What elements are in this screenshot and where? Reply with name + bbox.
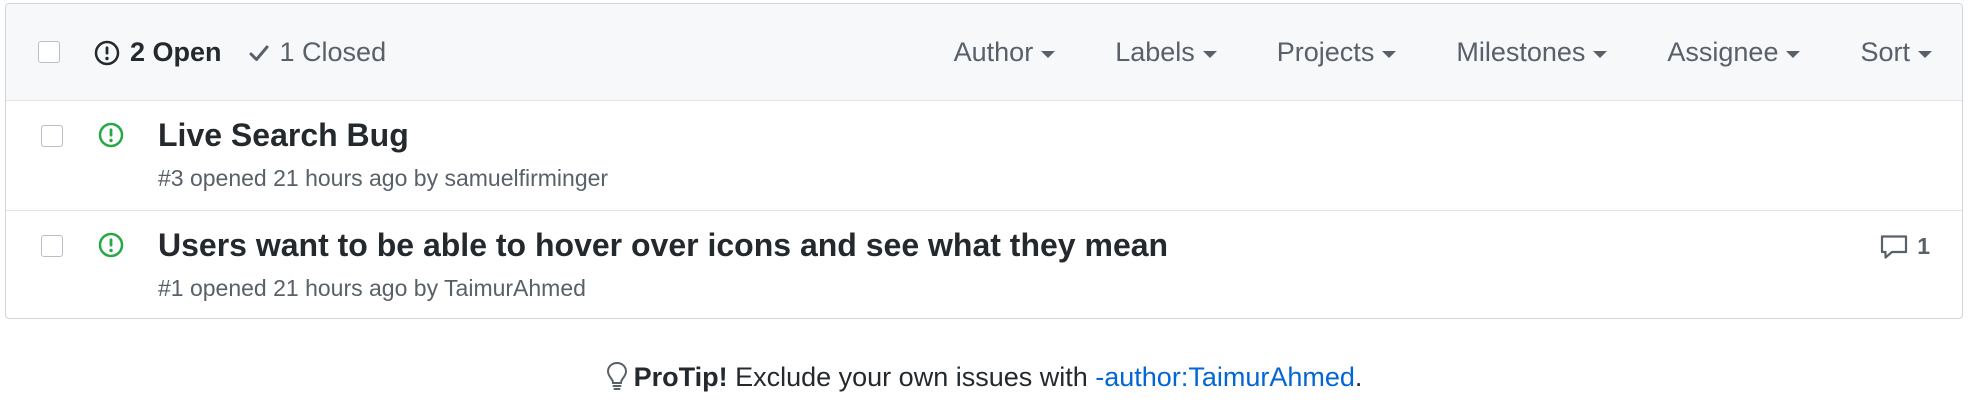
protip-search-link[interactable]: -author:TaimurAhmed (1095, 362, 1355, 392)
filter-bar: Author Labels Projects Milestones Assign… (954, 4, 1932, 101)
select-all-checkbox[interactable] (38, 41, 60, 63)
open-issues-tab[interactable]: 2 Open (94, 37, 222, 68)
issue-row: Live Search Bug #3 opened 21 hours ago b… (6, 101, 1962, 210)
chevron-down-icon (1382, 50, 1397, 58)
chevron-down-icon (1041, 50, 1056, 58)
closed-issues-tab[interactable]: 1 Closed (248, 37, 387, 68)
issue-state-toggle: 2 Open 1 Closed (94, 4, 386, 101)
issue-row: Users want to be able to hover over icon… (6, 210, 1962, 318)
labels-filter[interactable]: Labels (1115, 37, 1217, 68)
issues-list: 2 Open 1 Closed Author Labels Projects M… (5, 3, 1963, 319)
chevron-down-icon (1202, 50, 1217, 58)
issue-opened-icon (98, 122, 124, 148)
chevron-down-icon (1593, 50, 1608, 58)
assignee-filter[interactable]: Assignee (1667, 37, 1801, 68)
issue-meta: #1 opened 21 hours ago by TaimurAhmed (158, 275, 586, 301)
assignee-filter-label: Assignee (1667, 37, 1779, 67)
closed-count-label: 1 Closed (279, 37, 387, 67)
chevron-down-icon (1918, 50, 1932, 58)
comment-icon (1881, 234, 1908, 259)
projects-filter[interactable]: Projects (1277, 37, 1397, 68)
check-icon (249, 45, 269, 61)
issue-checkbox[interactable] (41, 125, 63, 147)
issue-title-link[interactable]: Live Search Bug (158, 117, 409, 154)
chevron-down-icon (1786, 50, 1801, 58)
milestones-filter-label: Milestones (1456, 37, 1586, 67)
protip-label: ProTip! (633, 362, 728, 392)
light-bulb-icon (606, 361, 627, 390)
comment-count: 1 (1917, 233, 1930, 259)
protip: ProTip! Exclude your own issues with -au… (0, 361, 1968, 393)
sort-filter-label: Sort (1860, 37, 1910, 67)
issue-checkbox[interactable] (41, 235, 63, 257)
issues-list-header: 2 Open 1 Closed Author Labels Projects M… (6, 4, 1962, 101)
issue-opened-icon (98, 232, 124, 258)
issue-title-link[interactable]: Users want to be able to hover over icon… (158, 227, 1168, 264)
issue-opened-icon (94, 40, 120, 65)
author-filter[interactable]: Author (954, 37, 1056, 68)
protip-suffix: . (1354, 362, 1363, 392)
labels-filter-label: Labels (1115, 37, 1195, 67)
comments-link[interactable]: 1 (1879, 233, 1930, 260)
open-count-label: 2 Open (130, 37, 222, 67)
milestones-filter[interactable]: Milestones (1456, 37, 1608, 68)
issue-meta: #3 opened 21 hours ago by samuelfirminge… (158, 165, 609, 191)
sort-filter[interactable]: Sort (1860, 37, 1932, 68)
protip-text: Exclude your own issues with (727, 362, 1096, 392)
author-filter-label: Author (953, 37, 1034, 67)
projects-filter-label: Projects (1276, 37, 1375, 67)
